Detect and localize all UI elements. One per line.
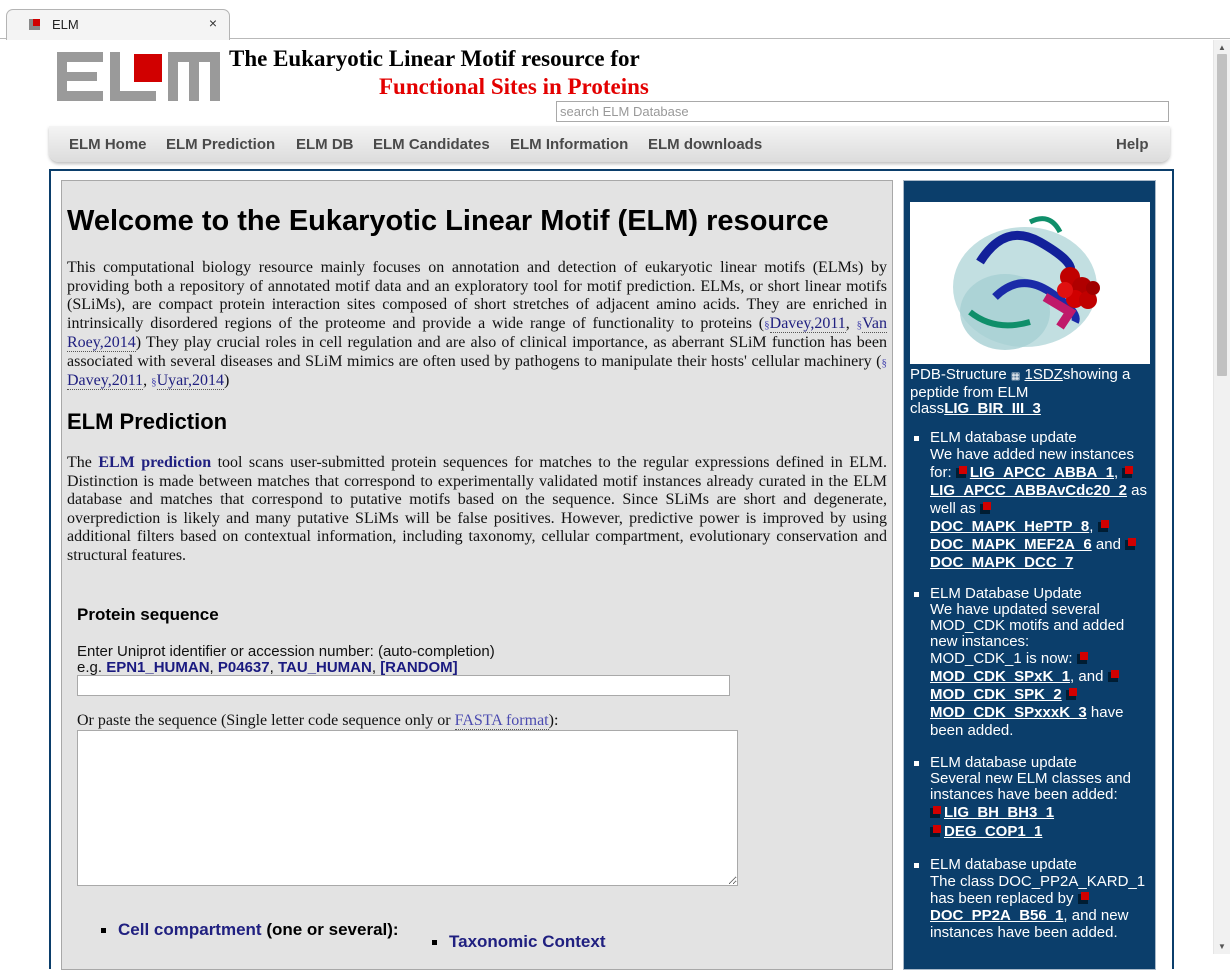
examples-line: e.g. EPN1_HUMAN, P04637, TAU_HUMAN, [RAN… — [77, 659, 458, 676]
vertical-scrollbar[interactable]: ▲ ▼ — [1213, 40, 1230, 954]
nav-help[interactable]: Help — [1116, 136, 1149, 153]
news-item-4: ELM database update The class DOC_PP2A_K… — [914, 857, 1152, 941]
reference-icon: § — [764, 318, 770, 331]
page-title: Welcome to the Eukaryotic Linear Motif (… — [67, 205, 829, 237]
pdb-structure-image[interactable] — [910, 202, 1150, 364]
prediction-paragraph: The ELM prediction tool scans user-submi… — [67, 454, 888, 564]
news-link[interactable]: DOC_MAPK_HePTP_8 — [930, 518, 1089, 535]
search-input[interactable] — [556, 101, 1169, 122]
example-link[interactable]: TAU_HUMAN — [278, 659, 372, 676]
news-link[interactable]: MOD_CDK_SPK_2 — [930, 686, 1062, 703]
uniprot-input[interactable] — [77, 675, 730, 696]
nav-elm-candidates[interactable]: ELM Candidates — [373, 136, 490, 153]
elm-icon — [1122, 466, 1134, 478]
news-title: ELM database update — [930, 856, 1077, 873]
pdb-caption: PDB-Structure ▦ 1SDZshowing a peptide fr… — [910, 366, 1131, 417]
elm-logo[interactable] — [57, 52, 220, 101]
cell-compartment-link[interactable]: Cell compartment — [118, 920, 262, 939]
elm-icon — [1076, 652, 1089, 664]
news-link[interactable]: MOD_CDK_SPxK_1 — [930, 668, 1070, 685]
tab-title: ELM — [52, 17, 79, 32]
news-link[interactable]: DOC_MAPK_DCC_7 — [930, 554, 1073, 571]
pdb-id-link[interactable]: 1SDZ — [1025, 366, 1063, 383]
intro-paragraph: This computational biology resource main… — [67, 259, 888, 390]
prediction-heading: ELM Prediction — [67, 409, 228, 434]
nav-elm-home[interactable]: ELM Home — [69, 136, 147, 153]
nav-elm-information[interactable]: ELM Information — [510, 136, 628, 153]
elm-icon — [955, 466, 968, 478]
elm-prediction-link[interactable]: ELM prediction — [98, 454, 211, 471]
news-item-1: ELM database update We have added new in… — [914, 430, 1152, 572]
uniprot-label: Enter Uniprot identifier or accession nu… — [77, 643, 495, 660]
news-title: ELM Database Update — [930, 585, 1082, 602]
reference-icon: § — [151, 376, 157, 388]
main-navbar: ELM Home ELM Prediction ELM DB ELM Candi… — [49, 126, 1170, 162]
elm-icon — [1097, 520, 1110, 532]
site-title: The Eukaryotic Linear Motif resource for — [229, 46, 640, 71]
nav-elm-db[interactable]: ELM DB — [296, 136, 354, 153]
reference-icon: § — [881, 356, 888, 369]
scrollbar-thumb[interactable] — [1217, 54, 1227, 376]
scroll-up-arrow-icon[interactable]: ▲ — [1218, 43, 1226, 52]
citation-link[interactable]: Uyar,2014 — [156, 372, 224, 390]
elm-favicon-icon — [29, 19, 40, 30]
browser-tabstrip: ELM × — [0, 0, 1230, 40]
news-item-3: ELM database update Several new ELM clas… — [914, 755, 1152, 841]
news-link[interactable]: MOD_CDK_SPxxxK_3 — [930, 704, 1087, 721]
news-link[interactable]: LIG_APCC_ABBAvCdc20_2 — [930, 482, 1127, 499]
fasta-format-link[interactable]: FASTA format — [454, 712, 549, 730]
close-tab-icon[interactable]: × — [209, 15, 217, 31]
nav-elm-downloads[interactable]: ELM downloads — [648, 136, 762, 153]
sequence-textarea[interactable] — [77, 730, 738, 886]
site-subtitle: Functional Sites in Proteins — [379, 74, 649, 99]
example-link[interactable]: P04637 — [218, 659, 270, 676]
news-title: ELM database update — [930, 754, 1077, 771]
taxonomic-context-item: Taxonomic Context — [432, 932, 605, 952]
browser-tab[interactable]: ELM × — [6, 9, 230, 40]
elm-icon — [930, 825, 942, 837]
news-link[interactable]: DOC_MAPK_MEF2A_6 — [930, 536, 1092, 553]
random-example-link[interactable]: [RANDOM] — [380, 659, 457, 676]
news-link[interactable]: LIG_BH_BH3_1 — [944, 804, 1054, 821]
pdb-icon: ▦ — [1010, 371, 1021, 382]
protein-sequence-heading: Protein sequence — [77, 605, 219, 624]
news-link[interactable]: LIG_APCC_ABBA_1 — [970, 464, 1114, 481]
paste-label: Or paste the sequence (Single letter cod… — [77, 712, 559, 730]
nav-elm-prediction[interactable]: ELM Prediction — [166, 136, 275, 153]
citation-link[interactable]: Davey,2011 — [769, 314, 846, 333]
elm-icon — [1077, 892, 1090, 904]
news-title: ELM database update — [930, 429, 1077, 446]
elm-icon — [980, 502, 992, 514]
news-item-2: ELM Database Update We have updated seve… — [914, 586, 1152, 740]
news-link[interactable]: DEG_COP1_1 — [944, 823, 1042, 840]
elm-icon — [1125, 538, 1137, 550]
taxonomic-context-link[interactable]: Taxonomic Context — [449, 932, 605, 951]
elm-icon — [930, 806, 942, 818]
scroll-down-arrow-icon[interactable]: ▼ — [1218, 942, 1226, 951]
cell-compartment-item: Cell compartment (one or several): — [101, 920, 399, 940]
elm-icon — [1065, 688, 1078, 700]
news-link[interactable]: DOC_PP2A_B56_1 — [930, 907, 1063, 924]
pdb-class-link[interactable]: LIG_BIR_III_3 — [944, 400, 1041, 417]
elm-icon — [1107, 670, 1120, 682]
citation-link[interactable]: Davey,2011 — [67, 372, 144, 390]
example-link[interactable]: EPN1_HUMAN — [106, 659, 209, 676]
